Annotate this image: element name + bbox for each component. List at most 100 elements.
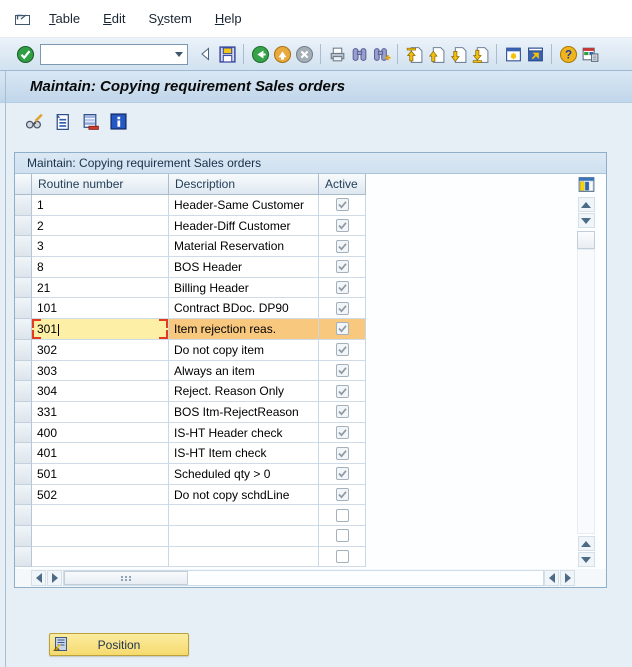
active-checkbox[interactable]: [336, 467, 349, 480]
enter-button[interactable]: [14, 43, 36, 65]
routine-number-cell[interactable]: 501: [32, 464, 169, 485]
row-selector[interactable]: [15, 298, 32, 319]
active-checkbox[interactable]: [336, 302, 349, 315]
column-header-description[interactable]: Description: [169, 174, 319, 195]
row-selector[interactable]: [15, 423, 32, 444]
active-checkbox[interactable]: [336, 343, 349, 356]
routine-number-cell[interactable]: 302: [32, 340, 169, 361]
active-checkbox[interactable]: [336, 550, 349, 563]
create-shortcut-button[interactable]: [524, 43, 546, 65]
find-next-button[interactable]: [370, 43, 392, 65]
horizontal-scroll-thumb[interactable]: [64, 571, 188, 585]
description-cell[interactable]: Reject. Reason Only: [169, 381, 319, 402]
active-checkbox[interactable]: [336, 509, 349, 522]
routine-number-cell[interactable]: [32, 547, 169, 568]
row-selector[interactable]: [15, 505, 32, 526]
find-button[interactable]: [348, 43, 370, 65]
vertical-scroll-thumb[interactable]: [577, 231, 595, 249]
routine-number-cell[interactable]: [32, 526, 169, 547]
row-selector[interactable]: [15, 340, 32, 361]
row-selector[interactable]: [15, 485, 32, 506]
next-page-button[interactable]: [447, 43, 469, 65]
display-change-toggle-button[interactable]: [24, 111, 45, 132]
routine-number-cell[interactable]: 401: [32, 443, 169, 464]
routine-number-cell[interactable]: 8: [32, 257, 169, 278]
row-selector[interactable]: [15, 443, 32, 464]
routine-number-cell[interactable]: 3: [32, 236, 169, 257]
hide-command-field-button[interactable]: [194, 43, 216, 65]
print-button[interactable]: [326, 43, 348, 65]
description-cell[interactable]: Material Reservation: [169, 236, 319, 257]
active-checkbox[interactable]: [336, 405, 349, 418]
row-selector[interactable]: [15, 464, 32, 485]
routine-number-cell[interactable]: [32, 505, 169, 526]
menu-table[interactable]: Table: [49, 11, 80, 26]
info-button[interactable]: [108, 111, 129, 132]
active-checkbox[interactable]: [336, 488, 349, 501]
active-checkbox[interactable]: [336, 219, 349, 232]
description-cell[interactable]: [169, 526, 319, 547]
routine-number-cell[interactable]: 21: [32, 278, 169, 299]
command-dropdown-icon[interactable]: [175, 52, 183, 57]
description-cell[interactable]: BOS Header: [169, 257, 319, 278]
first-page-button[interactable]: [403, 43, 425, 65]
row-selector[interactable]: [15, 402, 32, 423]
help-button[interactable]: ?: [557, 43, 579, 65]
select-all-header[interactable]: [15, 174, 32, 195]
column-header-active[interactable]: Active: [319, 174, 366, 195]
row-selector[interactable]: [15, 526, 32, 547]
delimit-button[interactable]: [80, 111, 101, 132]
scroll-left-button[interactable]: [31, 570, 46, 586]
description-cell[interactable]: IS-HT Item check: [169, 443, 319, 464]
row-selector[interactable]: [15, 195, 32, 216]
scroll-right-button[interactable]: [47, 570, 62, 586]
menu-system[interactable]: System: [148, 11, 191, 26]
active-checkbox[interactable]: [336, 322, 349, 335]
routine-number-cell[interactable]: 2: [32, 216, 169, 237]
description-cell[interactable]: Billing Header: [169, 278, 319, 299]
active-checkbox[interactable]: [336, 529, 349, 542]
scroll-left-right-pane-button[interactable]: [544, 570, 559, 586]
description-cell[interactable]: [169, 505, 319, 526]
row-selector[interactable]: [15, 547, 32, 568]
row-selector[interactable]: [15, 381, 32, 402]
horizontal-scroll-track[interactable]: [63, 570, 544, 586]
active-checkbox[interactable]: [336, 447, 349, 460]
routine-number-cell[interactable]: 400: [32, 423, 169, 444]
description-cell[interactable]: Contract BDoc. DP90: [169, 298, 319, 319]
routine-number-cell[interactable]: 304: [32, 381, 169, 402]
description-cell[interactable]: Header-Same Customer: [169, 195, 319, 216]
active-checkbox[interactable]: [336, 260, 349, 273]
active-checkbox[interactable]: [336, 426, 349, 439]
back-button[interactable]: [249, 43, 271, 65]
row-selector[interactable]: [15, 361, 32, 382]
active-checkbox[interactable]: [336, 385, 349, 398]
description-cell[interactable]: IS-HT Header check: [169, 423, 319, 444]
command-input[interactable]: [40, 44, 188, 65]
details-button[interactable]: [52, 111, 73, 132]
vertical-scroll-track[interactable]: [577, 249, 595, 534]
description-cell[interactable]: Header-Diff Customer: [169, 216, 319, 237]
description-cell[interactable]: Do not copy item: [169, 340, 319, 361]
system-menu-icon[interactable]: [13, 10, 33, 28]
table-settings-button[interactable]: [577, 175, 596, 194]
row-selector[interactable]: [15, 236, 32, 257]
scroll-down-bottom-button[interactable]: [578, 552, 595, 567]
row-selector[interactable]: [15, 216, 32, 237]
row-selector[interactable]: [15, 278, 32, 299]
scroll-up-button[interactable]: [578, 197, 595, 212]
routine-number-cell[interactable]: 301: [32, 319, 169, 340]
routine-number-cell[interactable]: 1: [32, 195, 169, 216]
menu-edit[interactable]: Edit: [103, 11, 125, 26]
scroll-right-right-pane-button[interactable]: [560, 570, 575, 586]
routine-number-cell[interactable]: 101: [32, 298, 169, 319]
new-session-button[interactable]: [502, 43, 524, 65]
routine-number-cell[interactable]: 331: [32, 402, 169, 423]
routine-number-cell[interactable]: 303: [32, 361, 169, 382]
active-checkbox[interactable]: [336, 198, 349, 211]
routine-number-cell[interactable]: 502: [32, 485, 169, 506]
exit-button[interactable]: [271, 43, 293, 65]
position-button[interactable]: Position: [49, 633, 189, 656]
scroll-down-button[interactable]: [578, 213, 595, 228]
scroll-up-bottom-button[interactable]: [578, 536, 595, 551]
